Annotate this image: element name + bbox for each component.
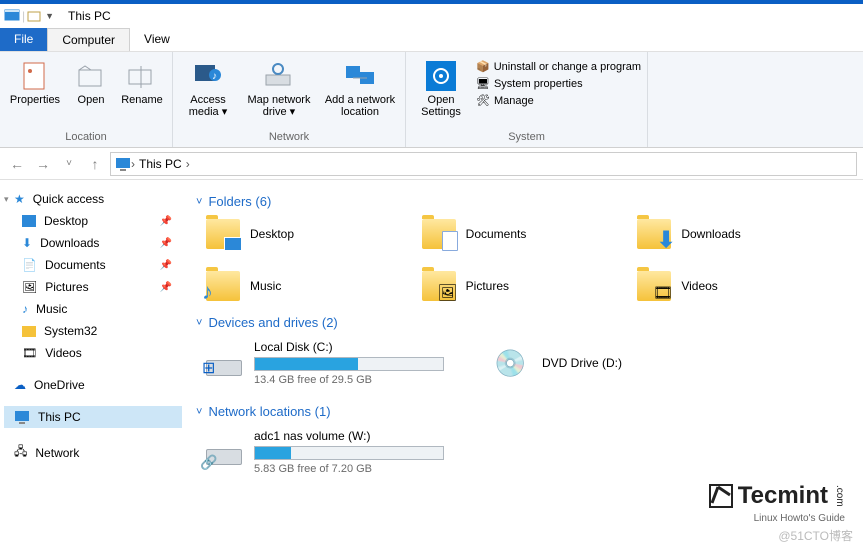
sysprops-icon: 🖥 — [476, 77, 490, 90]
star-icon: ★ — [14, 192, 25, 206]
svg-text:♪: ♪ — [212, 71, 217, 82]
ribbon-group-system: Open Settings 📦Uninstall or change a pro… — [406, 52, 648, 147]
onedrive-icon: ☁ — [14, 378, 26, 392]
qa-dropdown-icon[interactable]: ▼ — [45, 11, 54, 21]
window-title: This PC — [68, 9, 111, 23]
ribbon-group-network: ♪ Access media ▾ Map network drive ▾ Add… — [173, 52, 406, 147]
dvd-icon — [494, 348, 530, 378]
address-path[interactable]: › This PC › — [110, 152, 857, 176]
folder-videos[interactable]: Videos — [637, 271, 853, 301]
chevron-icon[interactable]: › — [186, 157, 190, 171]
drive-local-disk[interactable]: Local Disk (C:) 13.4 GB free of 29.5 GB — [196, 340, 444, 386]
folder-desktop[interactable]: Desktop — [206, 219, 422, 249]
add-location-button[interactable]: Add a network location — [321, 56, 399, 118]
tab-view[interactable]: View — [130, 28, 184, 51]
watermark-brand: Tecmint.com Linux Howto's Guide — [708, 482, 845, 510]
folder-icon — [206, 271, 240, 301]
path-segment[interactable]: This PC — [135, 157, 186, 171]
disk-icon — [206, 348, 242, 378]
folder-icon — [422, 271, 456, 301]
system-properties-link[interactable]: 🖥System properties — [476, 77, 641, 90]
nav-up-button[interactable]: ↑ — [84, 153, 106, 175]
sidebar-item-music[interactable]: ♪Music — [4, 298, 182, 320]
usage-bar — [254, 357, 444, 371]
corner-watermark: @51CTO博客 — [778, 527, 853, 544]
folders-grid: Desktop Documents Downloads Music Pictur… — [196, 219, 853, 301]
onedrive-header[interactable]: ☁OneDrive — [4, 374, 182, 396]
nav-history-button[interactable]: ˅ — [58, 153, 80, 175]
open-button[interactable]: Open — [70, 56, 112, 106]
rename-icon — [126, 60, 158, 92]
this-pc-header[interactable]: This PC — [4, 406, 182, 428]
folder-pictures[interactable]: Pictures — [422, 271, 638, 301]
tab-file[interactable]: File — [0, 28, 47, 51]
downloads-icon: ⬇ — [22, 236, 32, 250]
drive-network[interactable]: adc1 nas volume (W:) 5.83 GB free of 7.2… — [196, 429, 853, 475]
folder-icon — [22, 326, 36, 337]
properties-icon — [19, 60, 51, 92]
pin-icon: 📌 — [160, 282, 172, 293]
properties-button[interactable]: Properties — [6, 56, 64, 106]
desktop-icon — [22, 215, 36, 227]
usage-bar — [254, 446, 444, 460]
drive-dvd[interactable]: DVD Drive (D:) — [484, 340, 732, 386]
pc-icon — [115, 157, 131, 171]
folder-icon — [422, 219, 456, 249]
pictures-icon: 🖼 — [22, 280, 37, 294]
manage-link[interactable]: 🛠Manage — [476, 94, 641, 107]
folders-section-header[interactable]: Folders (6) — [196, 194, 853, 209]
sidebar-item-pictures[interactable]: 🖼Pictures📌 — [4, 276, 182, 298]
uninstall-icon: 📦 — [476, 60, 490, 73]
drives-section-header[interactable]: Devices and drives (2) — [196, 315, 853, 330]
ribbon: Properties Open Rename Location ♪ Access… — [0, 52, 863, 148]
pin-icon: 📌 — [160, 238, 172, 249]
documents-icon: 📄 — [22, 258, 37, 272]
rename-button[interactable]: Rename — [118, 56, 166, 106]
open-settings-button[interactable]: Open Settings — [412, 56, 470, 118]
sidebar-item-documents[interactable]: 📄Documents📌 — [4, 254, 182, 276]
folder-icon — [637, 271, 671, 301]
music-icon: ♪ — [22, 302, 28, 316]
logo-icon — [708, 483, 734, 509]
folder-downloads[interactable]: Downloads — [637, 219, 853, 249]
sidebar-item-downloads[interactable]: ⬇Downloads📌 — [4, 232, 182, 254]
pin-icon: 📌 — [160, 260, 172, 271]
manage-icon: 🛠 — [476, 94, 490, 107]
folder-icon — [637, 219, 671, 249]
network-drive-icon — [206, 437, 242, 467]
nav-forward-button[interactable]: → — [32, 153, 54, 175]
qa-new-folder-icon[interactable] — [27, 9, 43, 23]
network-header[interactable]: 🖧Network — [4, 438, 182, 467]
network-section-header[interactable]: Network locations (1) — [196, 404, 853, 419]
map-drive-icon — [263, 60, 295, 92]
window-icon — [4, 9, 20, 23]
map-drive-button[interactable]: Map network drive ▾ — [243, 56, 315, 118]
tabstrip: File Computer View — [0, 28, 863, 52]
settings-icon — [425, 60, 457, 92]
pin-icon: 📌 — [160, 216, 172, 227]
sidebar-item-desktop[interactable]: Desktop📌 — [4, 210, 182, 232]
titlebar: | ▼ This PC — [0, 0, 863, 28]
pc-icon — [14, 410, 30, 424]
nav-back-button[interactable]: ← — [6, 153, 28, 175]
sidebar-item-videos[interactable]: 🎞Videos — [4, 342, 182, 364]
open-icon — [75, 60, 107, 92]
network-icon: 🖧 — [14, 442, 27, 463]
access-media-button[interactable]: ♪ Access media ▾ — [179, 56, 237, 118]
tab-computer[interactable]: Computer — [47, 28, 130, 51]
quick-access-header[interactable]: ★Quick access — [4, 188, 182, 210]
uninstall-link[interactable]: 📦Uninstall or change a program — [476, 60, 641, 73]
access-media-icon: ♪ — [192, 60, 224, 92]
qa-sep: | — [22, 9, 25, 23]
add-location-icon — [344, 60, 376, 92]
folder-music[interactable]: Music — [206, 271, 422, 301]
videos-icon: 🎞 — [22, 346, 37, 360]
address-bar: ← → ˅ ↑ › This PC › — [0, 148, 863, 180]
folder-documents[interactable]: Documents — [422, 219, 638, 249]
ribbon-group-location: Properties Open Rename Location — [0, 52, 173, 147]
folder-icon — [206, 219, 240, 249]
nav-tree: ★Quick access Desktop📌 ⬇Downloads📌 📄Docu… — [0, 180, 186, 550]
sidebar-item-system32[interactable]: System32 — [4, 320, 182, 342]
